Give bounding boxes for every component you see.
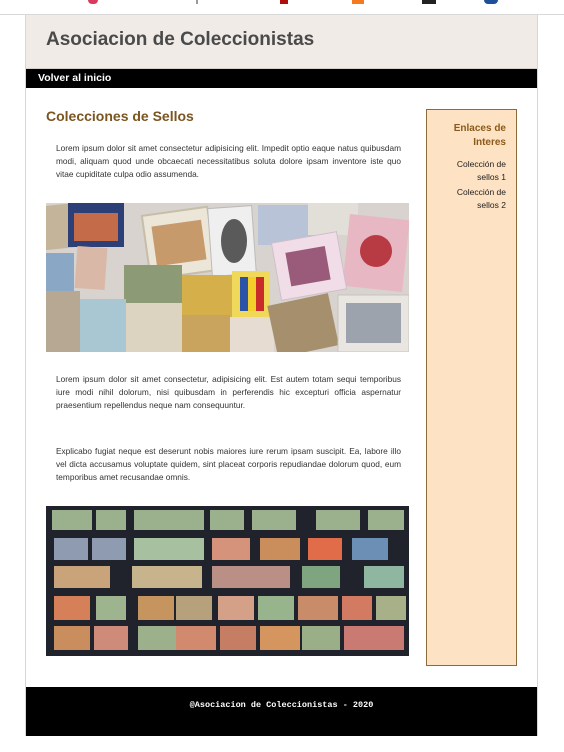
bookmark-icon[interactable] xyxy=(422,0,436,4)
bookmark-icon[interactable] xyxy=(88,0,98,4)
page-title: Colecciones de Sellos xyxy=(46,108,194,124)
bookmark-icon[interactable] xyxy=(196,0,198,4)
footer-copyright: @Asociacion de Coleccionistas - 2020 xyxy=(189,700,374,710)
sidebar: Enlaces de Interes Colección de sellos 1… xyxy=(426,109,517,666)
browser-bookmarks-strip xyxy=(0,0,564,15)
stamp-album-image xyxy=(46,506,409,656)
paragraph-1: Lorem ipsum dolor sit amet consectetur a… xyxy=(56,143,401,179)
sidebar-link-sellos-1[interactable]: Colección de sellos 1 xyxy=(434,158,506,184)
site-header: Asociacion de Coleccionistas xyxy=(26,15,537,69)
page-container: Asociacion de Coleccionistas Volver al i… xyxy=(25,15,538,736)
paragraph-3: Explicabo fugiat neque est deserunt nobi… xyxy=(56,446,401,482)
sidebar-title: Enlaces de Interes xyxy=(453,123,506,148)
home-link[interactable]: Volver al inicio xyxy=(38,72,111,84)
bookmark-icon[interactable] xyxy=(484,0,498,4)
sidebar-link-sellos-2[interactable]: Colección de sellos 2 xyxy=(434,186,506,212)
bookmark-icon[interactable] xyxy=(280,0,288,4)
bookmark-icon[interactable] xyxy=(352,0,364,4)
site-title: Asociacion de Coleccionistas xyxy=(46,29,315,50)
stamp-collage-image xyxy=(46,203,409,352)
nav-bar: Volver al inicio xyxy=(26,69,537,88)
stamp-album-graphic xyxy=(46,506,409,656)
paragraph-2: Lorem ipsum dolor sit amet consectetur, … xyxy=(56,374,401,410)
stamp-collage-graphic xyxy=(46,203,409,352)
site-footer: @Asociacion de Coleccionistas - 2020 xyxy=(26,687,537,736)
